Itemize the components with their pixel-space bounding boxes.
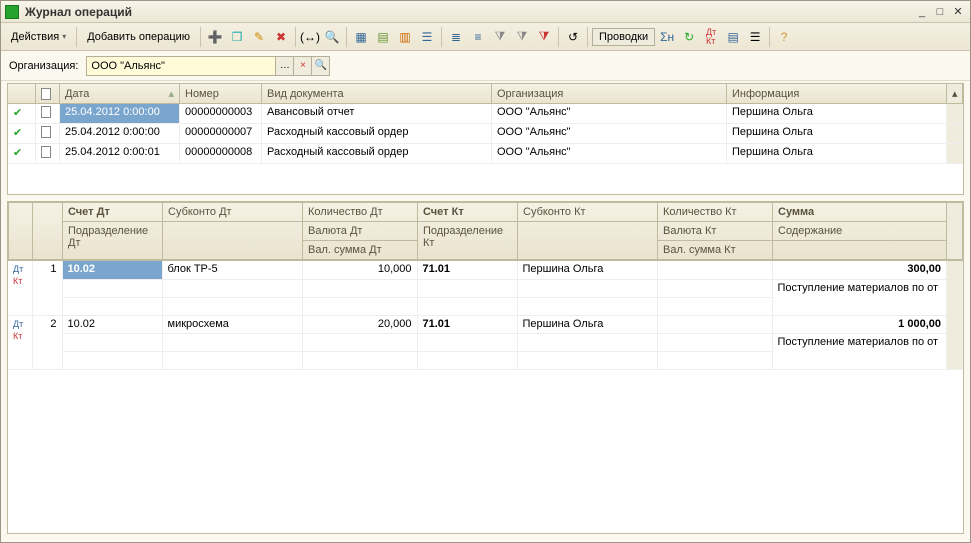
tool-2-icon[interactable]: ▤ (373, 27, 393, 47)
copy-icon[interactable]: ❐ (227, 27, 247, 47)
posted-check-icon: ✔ (13, 127, 22, 139)
table-row[interactable]: ✔ 25.04.2012 0:00:00 00000000007 Расходн… (8, 124, 963, 144)
col-acc-dt[interactable]: Счет Дт (63, 203, 163, 222)
minimize-button[interactable]: _ (914, 5, 930, 19)
documents-grid: Дата▴ Номер Вид документа Организация Ин… (7, 83, 964, 195)
col-org[interactable]: Организация (492, 84, 727, 103)
col-content[interactable]: Содержание (773, 222, 947, 241)
filter-bar: Организация: ООО "Альянс" … × 🔍 (1, 51, 970, 81)
postings-grid-body: ДтКт 1 10.02 блок ТР-5 10,000 71.01 Перш… (8, 261, 963, 533)
find-icon[interactable]: 🔍 (322, 27, 342, 47)
documents-grid-header: Дата▴ Номер Вид документа Организация Ин… (8, 84, 963, 104)
table-row[interactable]: ✔ 25.04.2012 0:00:01 00000000008 Расходн… (8, 144, 963, 164)
doc-icon (41, 126, 51, 138)
col-qty-dt[interactable]: Количество Дт (303, 203, 418, 222)
org-open-button[interactable]: 🔍 (312, 56, 330, 76)
col-type[interactable] (36, 84, 60, 103)
table-row[interactable]: ✔ 25.04.2012 0:00:00 00000000003 Авансов… (8, 104, 963, 124)
col-mark[interactable] (8, 84, 36, 103)
org-clear-button[interactable]: × (294, 56, 312, 76)
tool-3-icon[interactable]: ▥ (395, 27, 415, 47)
clear-filter-icon[interactable]: ⧩ (534, 27, 554, 47)
dtkt-icon: ДтКт (13, 264, 23, 286)
posted-check-icon: ✔ (13, 107, 22, 119)
posting-row[interactable]: ДтКт 1 10.02 блок ТР-5 10,000 71.01 Перш… (8, 261, 963, 279)
dtkt-icon: ДтКт (13, 319, 23, 341)
col-csum-kt[interactable]: Вал. сумма Кт (658, 241, 773, 260)
filter-icon[interactable]: ⧩ (490, 27, 510, 47)
col-acc-kt[interactable]: Счет Кт (418, 203, 518, 222)
tool-6-icon[interactable]: ≡ (468, 27, 488, 47)
doc-icon (41, 146, 51, 158)
close-button[interactable]: ✕ (950, 5, 966, 19)
col-curr-dt[interactable]: Валюта Дт (303, 222, 418, 241)
org-label: Организация: (9, 60, 78, 72)
col-dept-kt[interactable]: Подразделение Кт (418, 222, 518, 260)
toolbar: Действия ▾ Добавить операцию ➕ ❐ ✎ ✖ (↔)… (1, 23, 970, 51)
tool-7-icon[interactable]: ↺ (563, 27, 583, 47)
add-icon[interactable]: ➕ (205, 27, 225, 47)
col-curr-kt[interactable]: Валюта Кт (658, 222, 773, 241)
col-subk-kt[interactable]: Субконто Кт (518, 203, 658, 222)
col-qty-kt[interactable]: Количество Кт (658, 203, 773, 222)
help-icon[interactable]: ? (774, 27, 794, 47)
tool-9-icon[interactable]: ↻ (679, 27, 699, 47)
report-icon[interactable]: ▤ (723, 27, 743, 47)
tool-5-icon[interactable]: ≣ (446, 27, 466, 47)
postings-grid-header: Счет Дт Субконто Дт Количество Дт Счет К… (8, 202, 963, 261)
edit-icon[interactable]: ✎ (249, 27, 269, 47)
col-sum[interactable]: Сумма (773, 203, 947, 222)
doc-icon (41, 106, 51, 118)
col-number[interactable]: Номер (180, 84, 262, 103)
posted-check-icon: ✔ (13, 147, 22, 159)
tool-1-icon[interactable]: ▦ (351, 27, 371, 47)
list-icon[interactable]: ☰ (745, 27, 765, 47)
tool-4-icon[interactable]: ☰ (417, 27, 437, 47)
maximize-button[interactable]: □ (932, 5, 948, 19)
filter2-icon[interactable]: ⧩ (512, 27, 532, 47)
col-csum-dt[interactable]: Вал. сумма Дт (303, 241, 418, 260)
postings-grid: Счет Дт Субконто Дт Количество Дт Счет К… (7, 201, 964, 534)
window-title: Журнал операций (25, 5, 132, 19)
add-operation-button[interactable]: Добавить операцию (81, 29, 196, 45)
app-icon (5, 5, 19, 19)
org-field[interactable]: ООО "Альянс" (86, 56, 276, 76)
col-subk-dt[interactable]: Субконто Дт (163, 203, 303, 222)
col-doc-type[interactable]: Вид документа (262, 84, 492, 103)
tool-8-icon[interactable]: Σн (657, 27, 677, 47)
col-date[interactable]: Дата▴ (60, 84, 180, 103)
col-info[interactable]: Информация (727, 84, 947, 103)
org-select-button[interactable]: … (276, 56, 294, 76)
postings-button[interactable]: Проводки (592, 28, 655, 46)
refresh-icon[interactable]: (↔) (300, 27, 320, 47)
posting-row[interactable]: ДтКт 2 10.02 микросхема 20,000 71.01 Пер… (8, 315, 963, 333)
titlebar: Журнал операций _ □ ✕ (1, 1, 970, 23)
col-dept-dt[interactable]: Подразделение Дт (63, 222, 163, 260)
actions-menu[interactable]: Действия ▾ (5, 29, 72, 45)
window: Журнал операций _ □ ✕ Действия ▾ Добавит… (0, 0, 971, 543)
delete-icon[interactable]: ✖ (271, 27, 291, 47)
documents-grid-body: ✔ 25.04.2012 0:00:00 00000000003 Авансов… (8, 104, 963, 194)
dtkt-icon[interactable]: ДтКт (701, 27, 721, 47)
col-scroll-up[interactable]: ▴ (947, 84, 963, 103)
